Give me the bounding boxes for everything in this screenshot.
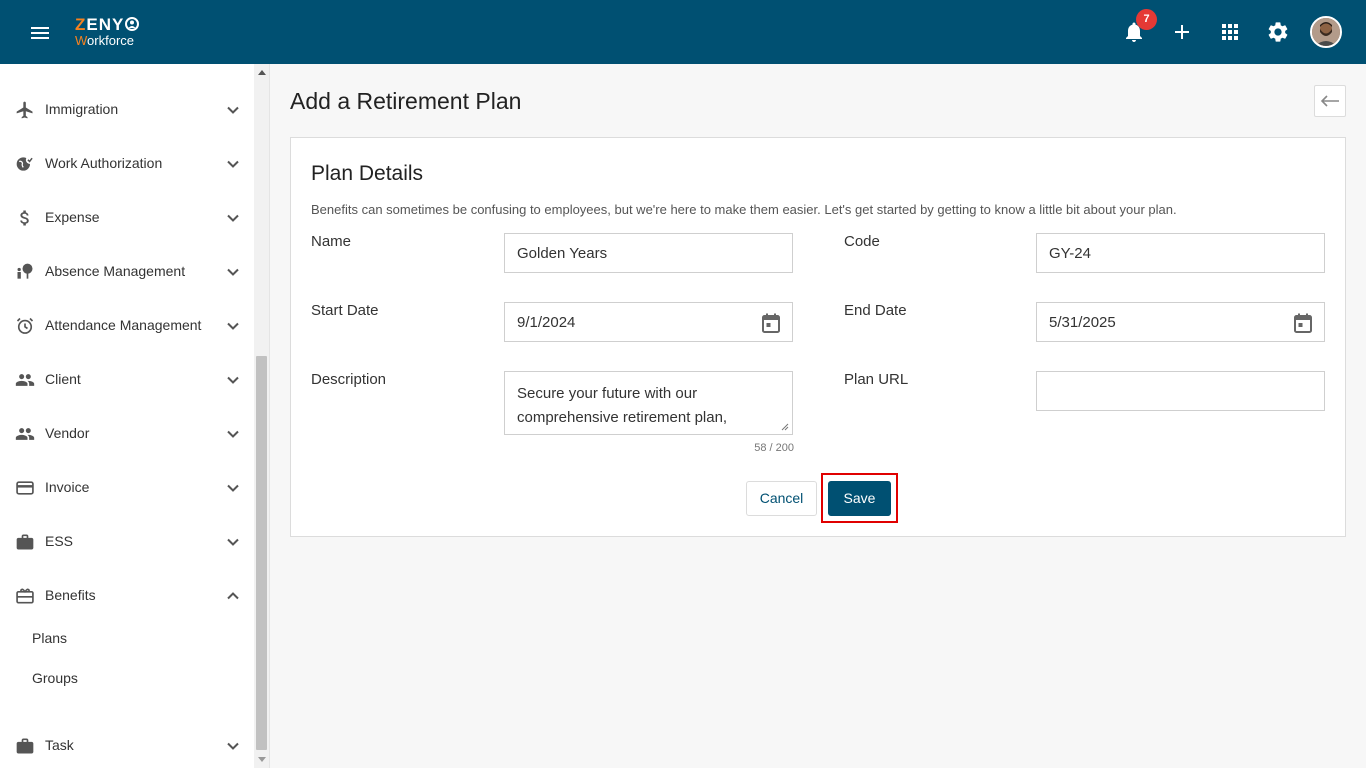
description-label: Description: [311, 371, 387, 388]
name-value: Golden Years: [517, 245, 608, 262]
end-date-input[interactable]: 5/31/2025: [1036, 302, 1325, 342]
gear-icon[interactable]: [1266, 20, 1290, 44]
sidebar-item-label: Task: [45, 737, 74, 753]
sidebar-item-label: Immigration: [45, 101, 119, 117]
people-icon: [15, 428, 35, 440]
sidebar-scrollbar[interactable]: [254, 64, 269, 768]
start-date-value: 9/1/2024: [517, 314, 576, 331]
section-title: Plan Details: [311, 162, 424, 185]
plus-icon[interactable]: [1170, 20, 1194, 44]
description-value: Secure your future with our comprehensiv…: [517, 385, 728, 426]
chevron-down-icon: [227, 322, 239, 330]
sidebar-subitem-plans[interactable]: Plans: [0, 623, 254, 653]
chevron-down-icon: [227, 538, 239, 546]
name-label: Name: [311, 233, 352, 250]
scroll-down-arrow-icon[interactable]: [258, 757, 266, 762]
back-button[interactable]: [1314, 85, 1346, 117]
section-description: Benefits can sometimes be confusing to e…: [311, 202, 1177, 217]
sidebar-item-label: Attendance Management: [45, 317, 202, 333]
code-label: Code: [844, 233, 880, 250]
sidebar-item-benefits[interactable]: Benefits: [0, 576, 254, 616]
menu-icon[interactable]: [28, 22, 52, 42]
code-value: GY-24: [1049, 245, 1091, 262]
calendar-icon[interactable]: [762, 313, 780, 333]
arrow-left-icon: [1320, 95, 1339, 107]
sidebar-item-label: Benefits: [45, 587, 96, 603]
start-date-input[interactable]: 9/1/2024: [504, 302, 793, 342]
sidebar-item-ess[interactable]: ESS: [0, 522, 254, 562]
alarm-clock-icon: [16, 317, 34, 334]
save-button[interactable]: Save: [828, 481, 891, 516]
sidebar-item-label: Absence Management: [45, 263, 186, 279]
sidebar: Immigration Work Authorization Expense A…: [0, 64, 270, 768]
sidebar-item-label: ESS: [45, 533, 74, 549]
plan-details-card: Plan Details Benefits can sometimes be c…: [290, 137, 1346, 537]
sidebar-subitem-label: Plans: [32, 630, 68, 646]
sidebar-item-expense[interactable]: Expense: [0, 198, 254, 238]
airplane-icon: [16, 101, 33, 119]
people-icon: [15, 374, 35, 386]
chevron-down-icon: [227, 742, 239, 750]
gift-card-icon: [16, 588, 34, 604]
sidebar-item-vendor[interactable]: Vendor: [0, 414, 254, 454]
end-date-label: End Date: [844, 302, 907, 319]
sidebar-item-task[interactable]: Task: [0, 726, 254, 766]
sidebar-item-absence-management[interactable]: Absence Management: [0, 252, 254, 292]
apps-icon[interactable]: [1218, 20, 1242, 44]
cancel-button[interactable]: Cancel: [746, 481, 817, 516]
sidebar-item-immigration[interactable]: Immigration: [0, 90, 254, 130]
avatar[interactable]: [1310, 16, 1342, 48]
chevron-down-icon: [227, 214, 239, 222]
scroll-up-arrow-icon[interactable]: [258, 70, 266, 75]
sidebar-item-label: Vendor: [45, 425, 90, 441]
sidebar-item-attendance-management[interactable]: Attendance Management: [0, 306, 254, 346]
sidebar-item-label: Invoice: [45, 479, 90, 495]
plan-url-label: Plan URL: [844, 371, 909, 388]
top-bar: ZENY Workforce 7: [0, 0, 1366, 64]
scrollbar-thumb[interactable]: [256, 356, 267, 750]
chevron-down-icon: [227, 268, 239, 276]
description-textarea[interactable]: Secure your future with our comprehensiv…: [504, 371, 793, 435]
sidebar-item-label: Client: [45, 371, 81, 387]
resize-grip-icon[interactable]: [781, 423, 789, 431]
chevron-up-icon: [227, 592, 239, 600]
briefcase-icon: [16, 738, 34, 754]
logo[interactable]: ZENY Workforce: [75, 16, 155, 50]
sidebar-item-label: Work Authorization: [45, 155, 163, 171]
sidebar-item-work-authorization[interactable]: Work Authorization: [0, 144, 254, 184]
end-date-value: 5/31/2025: [1049, 314, 1116, 331]
chevron-down-icon: [227, 106, 239, 114]
chevron-down-icon: [227, 160, 239, 168]
name-input[interactable]: Golden Years: [504, 233, 793, 273]
sidebar-subitem-groups[interactable]: Groups: [0, 663, 254, 693]
plan-url-input[interactable]: [1036, 371, 1325, 411]
briefcase-icon: [16, 534, 34, 550]
code-input[interactable]: GY-24: [1036, 233, 1325, 273]
page-title: Add a Retirement Plan: [290, 88, 522, 114]
sidebar-subitem-label: Groups: [32, 670, 78, 686]
chevron-down-icon: [227, 376, 239, 384]
calendar-icon[interactable]: [1294, 313, 1312, 333]
character-counter: 58 / 200: [754, 442, 794, 454]
notification-badge[interactable]: 7: [1136, 9, 1157, 30]
sidebar-item-invoice[interactable]: Invoice: [0, 468, 254, 508]
chevron-down-icon: [227, 430, 239, 438]
globe-check-icon: [16, 155, 35, 171]
start-date-label: Start Date: [311, 302, 379, 319]
sidebar-item-client[interactable]: Client: [0, 360, 254, 400]
person-tree-icon: [17, 263, 33, 279]
dollar-icon: [20, 210, 29, 226]
sidebar-item-label: Expense: [45, 209, 100, 225]
card-icon: [16, 481, 34, 495]
chevron-down-icon: [227, 484, 239, 492]
